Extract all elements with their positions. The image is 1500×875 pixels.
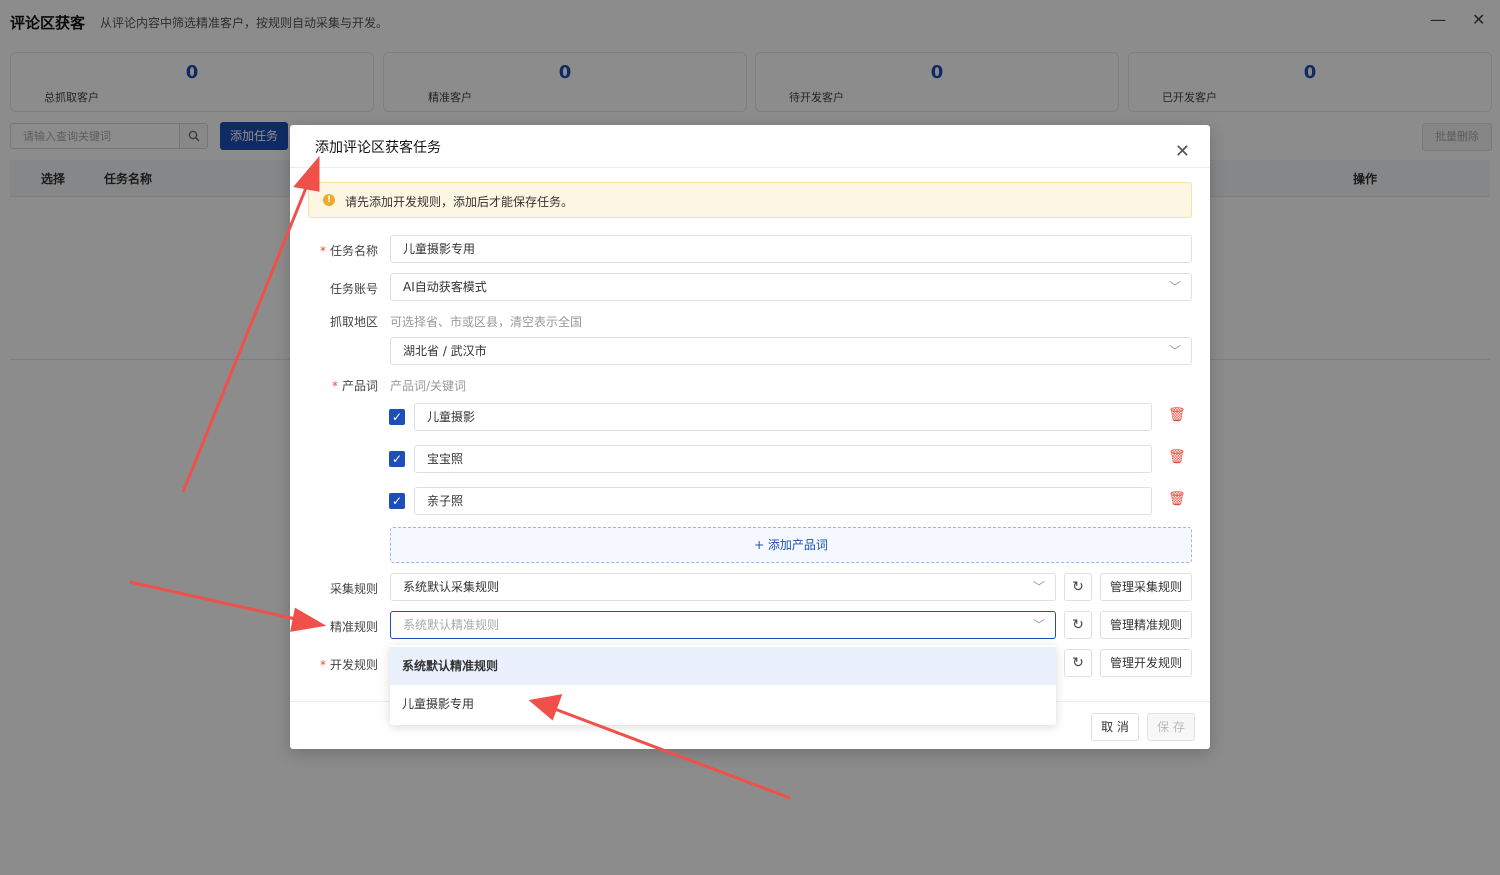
develop-rule-label-text: 开发规则 xyxy=(329,658,378,672)
manage-develop-rule-button[interactable]: 管理开发规则 xyxy=(1100,649,1192,677)
refresh-icon[interactable]: ↻ xyxy=(1064,611,1092,639)
precise-rule-placeholder: 系统默认精准规则 xyxy=(403,618,500,632)
product-input[interactable]: 亲子照 xyxy=(414,487,1152,515)
precise-rule-dropdown: 系统默认精准规则 儿童摄影专用 xyxy=(390,645,1056,725)
collect-rule-value: 系统默认采集规则 xyxy=(403,580,500,594)
divider xyxy=(290,167,1210,168)
product-input[interactable]: 宝宝照 xyxy=(414,445,1152,473)
trash-icon[interactable]: 🗑 xyxy=(1168,491,1186,507)
precise-rule-select[interactable]: 系统默认精准规则 ﹀ xyxy=(390,611,1056,639)
dropdown-option[interactable]: 系统默认精准规则 xyxy=(390,647,1056,685)
dialog-title: 添加评论区获客任务 xyxy=(315,140,441,156)
trash-icon[interactable]: 🗑 xyxy=(1168,407,1186,423)
account-label: 任务账号 xyxy=(329,282,378,296)
product-label-text: 产品词 xyxy=(341,379,378,393)
product-label: * 产品词 xyxy=(331,379,378,393)
cancel-button[interactable]: 取 消 xyxy=(1091,713,1139,741)
product-input[interactable]: 儿童摄影 xyxy=(414,403,1152,431)
collect-rule-select[interactable]: 系统默认采集规则 ﹀ xyxy=(390,573,1056,601)
task-name-input[interactable]: 儿童摄影专用 xyxy=(390,235,1192,263)
save-button[interactable]: 保 存 xyxy=(1147,713,1195,741)
refresh-icon[interactable]: ↻ xyxy=(1064,573,1092,601)
warning-alert: ! 请先添加开发规则，添加后才能保存任务。 xyxy=(308,182,1192,218)
product-checkbox[interactable]: ✓ xyxy=(389,493,405,509)
region-hint: 可选择省、市或区县，清空表示全国 xyxy=(390,315,583,329)
dropdown-option[interactable]: 儿童摄影专用 xyxy=(390,685,1056,723)
region-value: 湖北省 / 武汉市 xyxy=(403,344,487,358)
add-product-button[interactable]: + 添加产品词 xyxy=(390,527,1192,563)
refresh-icon[interactable]: ↻ xyxy=(1064,649,1092,677)
manage-collect-rule-button[interactable]: 管理采集规则 xyxy=(1100,573,1192,601)
region-select[interactable]: 湖北省 / 武汉市 ﹀ xyxy=(390,337,1192,365)
chevron-down-icon: ﹀ xyxy=(1168,280,1181,294)
chevron-down-icon: ﹀ xyxy=(1032,618,1045,632)
region-label: 抓取地区 xyxy=(329,315,378,329)
develop-rule-label: * 开发规则 xyxy=(319,658,378,672)
product-hint: 产品词/关键词 xyxy=(390,379,467,393)
warning-icon: ! xyxy=(323,194,335,206)
task-name-label-text: 任务名称 xyxy=(329,244,378,258)
precise-rule-label: 精准规则 xyxy=(329,620,378,634)
product-checkbox[interactable]: ✓ xyxy=(389,451,405,467)
account-value: AI自动获客模式 xyxy=(403,280,487,294)
trash-icon[interactable]: 🗑 xyxy=(1168,449,1186,465)
chevron-down-icon: ﹀ xyxy=(1168,344,1181,358)
account-select[interactable]: AI自动获客模式 ﹀ xyxy=(390,273,1192,301)
alert-text: 请先添加开发规则，添加后才能保存任务。 xyxy=(345,195,574,209)
product-checkbox[interactable]: ✓ xyxy=(389,409,405,425)
manage-precise-rule-button[interactable]: 管理精准规则 xyxy=(1100,611,1192,639)
dialog-close-icon[interactable]: ✕ xyxy=(1175,141,1190,162)
chevron-down-icon: ﹀ xyxy=(1032,580,1045,594)
task-name-label: * 任务名称 xyxy=(319,244,378,258)
collect-rule-label: 采集规则 xyxy=(329,582,378,596)
